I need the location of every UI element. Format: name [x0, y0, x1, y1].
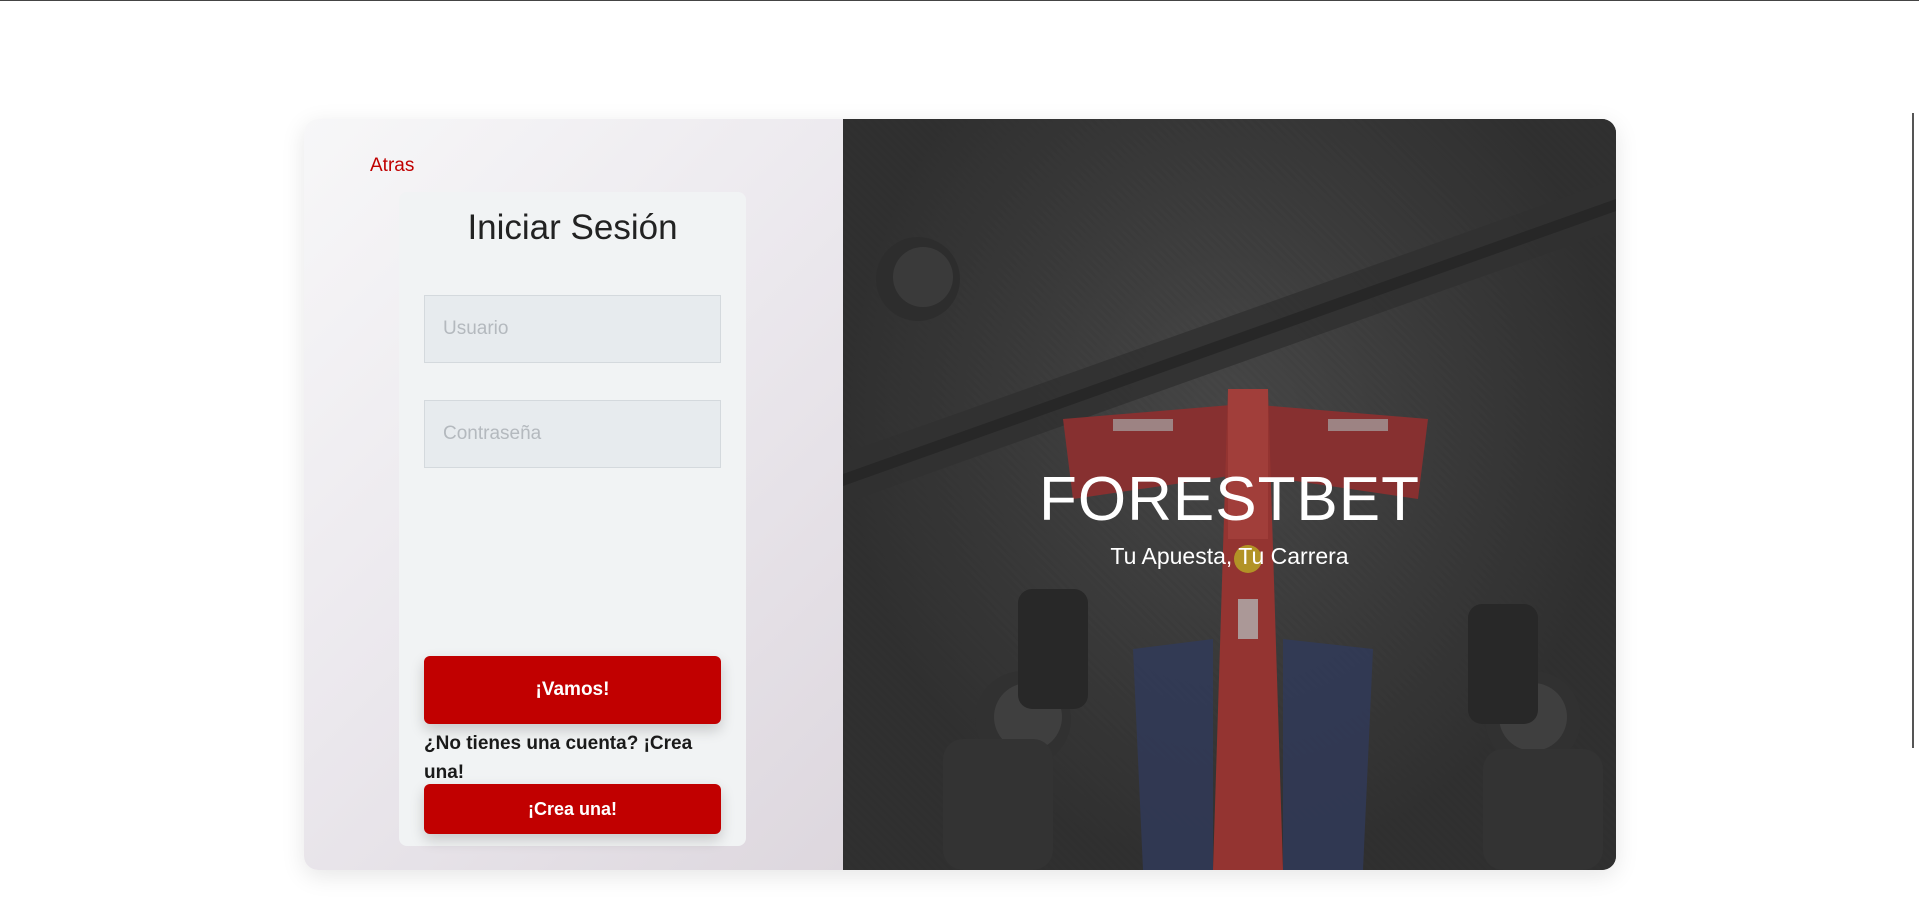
page-title: Iniciar Sesión — [467, 208, 678, 247]
login-form: Iniciar Sesión ¡Vamos! ¿No tienes una cu… — [399, 192, 746, 846]
brand-title: FORESTBET — [1038, 465, 1421, 534]
hero-panel: FORESTBET Tu Apuesta, Tu Carrera — [843, 119, 1616, 870]
brand-tagline: Tu Apuesta, Tu Carrera — [1110, 543, 1349, 569]
login-panel: Atras Iniciar Sesión ¡Vamos! ¿No tienes … — [304, 119, 843, 870]
username-input[interactable] — [424, 295, 721, 363]
create-account-button[interactable]: ¡Crea una! — [424, 784, 721, 834]
page-scrollbar[interactable] — [1912, 113, 1914, 748]
submit-button[interactable]: ¡Vamos! — [424, 656, 721, 724]
back-link[interactable]: Atras — [370, 155, 414, 177]
top-border — [0, 0, 1919, 1]
login-card: Atras Iniciar Sesión ¡Vamos! ¿No tienes … — [304, 119, 1616, 870]
no-account-text: ¿No tienes una cuenta? ¡Crea una! — [424, 733, 693, 783]
password-input[interactable] — [424, 400, 721, 468]
